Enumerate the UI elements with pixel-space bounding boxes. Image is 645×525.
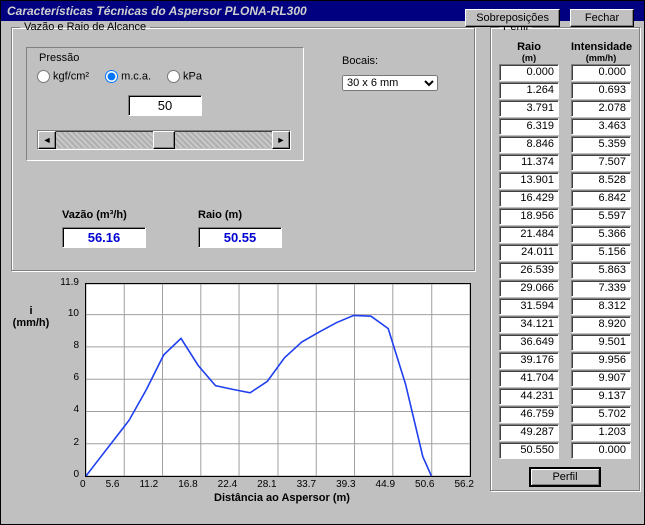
perfil-int-cell: 8.920 [571,316,631,333]
perfil-int-cell: 7.339 [571,280,631,297]
bocais-select[interactable]: 30 x 6 mm [342,75,438,91]
perfil-int-cell: 1.203 [571,424,631,441]
pressure-label: Pressão [39,52,293,64]
perfil-group: Perfil Raio(m)Intensidade(mm/h)0.0000.00… [490,21,640,491]
perfil-raio-cell: 0.000 [499,64,559,81]
perfil-raio-cell: 13.901 [499,172,559,189]
perfil-raio-cell: 24.011 [499,244,559,261]
perfil-int-cell: 9.956 [571,352,631,369]
x-axis-label: Distância ao Aspersor (m) [85,492,479,504]
perfil-raio-cell: 39.176 [499,352,559,369]
bocais-label: Bocais: [342,55,438,67]
pressure-slider[interactable]: ◄ ► [37,130,291,150]
perfil-int-cell: 7.507 [571,154,631,171]
perfil-raio-cell: 8.846 [499,136,559,153]
perfil-int-cell: 8.528 [571,172,631,189]
perfil-raio-cell: 21.484 [499,226,559,243]
vazao-value: 56.16 [62,227,146,248]
perfil-int-cell: 9.907 [571,370,631,387]
perfil-raio-cell: 6.319 [499,118,559,135]
perfil-raio-cell: 11.374 [499,154,559,171]
perfil-raio-cell: 41.704 [499,370,559,387]
perfil-raio-cell: 36.649 [499,334,559,351]
perfil-int-cell: 5.156 [571,244,631,261]
raio-label: Raio (m) [198,209,282,221]
perfil-raio-cell: 49.287 [499,424,559,441]
perfil-col1-header: Raio(m) [499,41,559,63]
perfil-col2-header: Intensidade(mm/h) [571,41,631,63]
radio-kpa[interactable]: kPa [167,70,202,83]
fechar-button[interactable]: Fechar [570,9,634,27]
perfil-raio-cell: 34.121 [499,316,559,333]
y-axis-label: i(mm/h) [11,305,51,329]
perfil-int-cell: 5.863 [571,262,631,279]
radio-mca[interactable]: m.c.a. [105,70,151,83]
perfil-int-cell: 3.463 [571,118,631,135]
pressure-group: Pressão kgf/cm² m.c.a. kPa 50 ◄ ► [26,47,304,161]
perfil-raio-cell: 50.550 [499,442,559,459]
slider-left-arrow[interactable]: ◄ [38,131,56,149]
perfil-int-cell: 5.597 [571,208,631,225]
perfil-int-cell: 9.137 [571,388,631,405]
perfil-int-cell: 0.000 [571,64,631,81]
perfil-int-cell: 2.078 [571,100,631,117]
radio-kgfcm2[interactable]: kgf/cm² [37,70,89,83]
perfil-raio-cell: 31.594 [499,298,559,315]
chart-area: i(mm/h) 11.91086420 05.611.216.822.428.1… [11,283,479,504]
sobreposicoes-button[interactable]: Sobreposições [465,9,560,27]
raio-value: 50.55 [198,227,282,248]
perfil-raio-cell: 3.791 [499,100,559,117]
perfil-raio-cell: 26.539 [499,262,559,279]
pressure-value-field[interactable]: 50 [128,95,202,116]
perfil-raio-cell: 44.231 [499,388,559,405]
perfil-int-cell: 6.842 [571,190,631,207]
flow-range-legend: Vazão e Raio de Alcance [20,21,150,33]
slider-right-arrow[interactable]: ► [272,131,290,149]
perfil-int-cell: 5.359 [571,136,631,153]
perfil-int-cell: 5.366 [571,226,631,243]
perfil-button[interactable]: Perfil [529,467,601,487]
flow-range-group: Vazão e Raio de Alcance Pressão kgf/cm² … [11,21,475,271]
perfil-raio-cell: 1.264 [499,82,559,99]
perfil-int-cell: 8.312 [571,298,631,315]
perfil-int-cell: 0.693 [571,82,631,99]
profile-chart [85,283,471,477]
slider-thumb[interactable] [153,131,175,149]
perfil-int-cell: 0.000 [571,442,631,459]
perfil-raio-cell: 18.956 [499,208,559,225]
perfil-raio-cell: 46.759 [499,406,559,423]
perfil-raio-cell: 16.429 [499,190,559,207]
perfil-raio-cell: 29.066 [499,280,559,297]
perfil-int-cell: 5.702 [571,406,631,423]
perfil-int-cell: 9.501 [571,334,631,351]
x-tick-labels: 05.611.216.822.428.133.739.344.950.656.2 [80,479,474,490]
vazao-label: Vazão (m³/h) [62,209,146,221]
